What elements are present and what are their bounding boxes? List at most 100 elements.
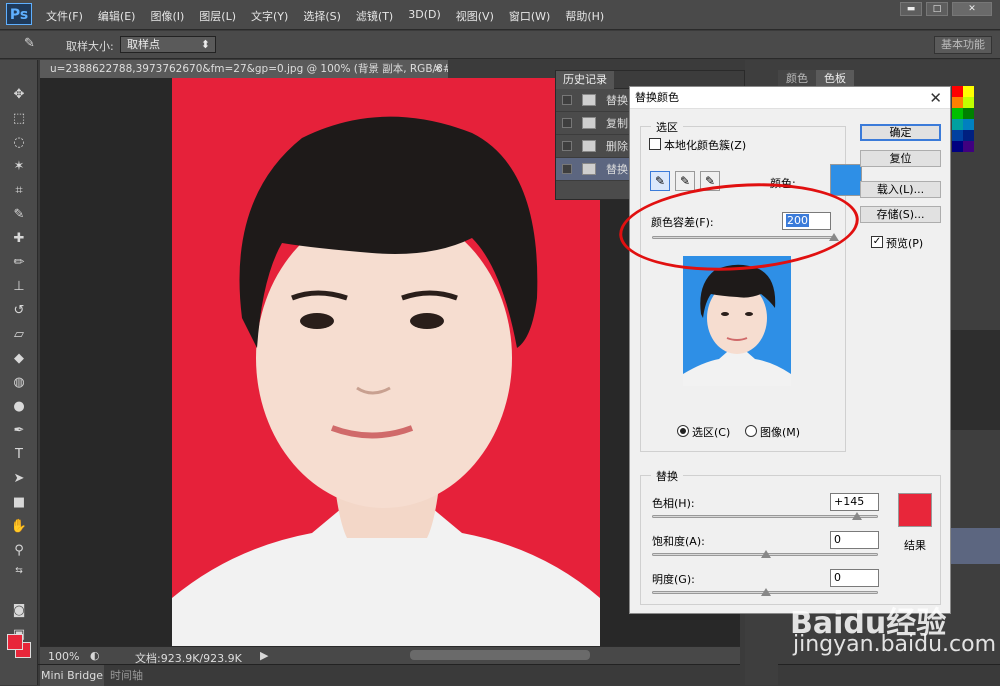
magic-wand-icon[interactable]: ✶ [10, 158, 28, 176]
zoom-tool-icon[interactable]: ⚲ [10, 542, 28, 560]
type-tool-icon[interactable]: T [10, 446, 28, 464]
tools-panel: ✥ ⬚ ◌ ✶ ⌗ ✎ ✚ ✏ ⊥ ↺ ▱ ◆ ◍ ● ✒ T ➤ ■ ✋ ⚲ … [0, 60, 38, 685]
replace-group-title: 替换 [651, 468, 683, 484]
color-swatch[interactable] [952, 119, 963, 130]
move-tool-icon[interactable]: ✥ [10, 86, 28, 104]
localized-clusters-checkbox[interactable] [649, 138, 661, 150]
selection-radio[interactable] [677, 425, 689, 437]
color-swatch[interactable] [952, 97, 963, 108]
ok-button[interactable]: 确定 [860, 124, 941, 141]
main-menu: 文件(F) 编辑(E) 图像(I) 图层(L) 文字(Y) 选择(S) 滤镜(T… [46, 8, 604, 24]
hue-slider-track[interactable] [652, 515, 878, 518]
saturation-slider-thumb[interactable] [761, 550, 771, 558]
healing-tool-icon[interactable]: ✚ [10, 230, 28, 248]
swap-colors-icon[interactable]: ⇆ [10, 562, 28, 580]
workspace-button[interactable]: 基本功能 [934, 36, 992, 54]
eraser-tool-icon[interactable]: ▱ [10, 326, 28, 344]
hand-tool-icon[interactable]: ✋ [10, 518, 28, 536]
close-window-button[interactable]: ✕ [952, 2, 992, 16]
marquee-tool-icon[interactable]: ⬚ [10, 110, 28, 128]
save-button[interactable]: 存储(S)... [860, 206, 941, 223]
maximize-button[interactable]: □ [926, 2, 948, 16]
image-radio-label: 图像(M) [760, 426, 801, 439]
pen-tool-icon[interactable]: ✒ [10, 422, 28, 440]
lasso-tool-icon[interactable]: ◌ [10, 134, 28, 152]
sample-size-label: 取样大小: [66, 40, 114, 53]
lightness-value: 0 [834, 571, 841, 584]
selection-color-swatch[interactable] [830, 164, 862, 196]
horizontal-scrollbar[interactable] [410, 650, 590, 660]
selection-radio-label: 选区(C) [692, 426, 731, 439]
eyedropper-icon[interactable]: ✎ [24, 36, 35, 51]
color-swatch[interactable] [952, 108, 963, 119]
reset-button[interactable]: 复位 [860, 150, 941, 167]
result-color-swatch[interactable] [898, 493, 932, 527]
brush-tool-icon[interactable]: ✏ [10, 254, 28, 272]
eyedropper-tool-icon[interactable]: ✎ [10, 206, 28, 224]
selection-preview [683, 256, 791, 386]
tab-history[interactable]: 历史记录 [556, 71, 614, 89]
menu-view[interactable]: 视图(V) [456, 8, 494, 24]
load-button[interactable]: 载入(L)... [860, 181, 941, 198]
menu-edit[interactable]: 编辑(E) [98, 8, 136, 24]
menu-3d[interactable]: 3D(D) [408, 8, 441, 24]
lightness-input[interactable]: 0 [830, 569, 879, 587]
color-swatch[interactable] [952, 130, 963, 141]
crop-tool-icon[interactable]: ⌗ [10, 182, 28, 200]
sample-size-value: 取样点 [127, 38, 160, 51]
menu-file[interactable]: 文件(F) [46, 8, 83, 24]
lightness-slider-thumb[interactable] [761, 588, 771, 596]
dodge-tool-icon[interactable]: ● [10, 398, 28, 416]
layers-footer [778, 664, 1000, 685]
color-swatch[interactable] [952, 141, 963, 152]
bucket-tool-icon[interactable]: ◆ [10, 350, 28, 368]
menu-filter[interactable]: 滤镜(T) [356, 8, 393, 24]
quick-mask-icon[interactable]: ◙ [10, 602, 28, 620]
swatches-grid [952, 86, 974, 152]
blur-tool-icon[interactable]: ◍ [10, 374, 28, 392]
close-icon[interactable]: ✕ [433, 60, 442, 78]
menu-layer[interactable]: 图层(L) [199, 8, 236, 24]
color-swatch[interactable] [963, 97, 974, 108]
color-swatch[interactable] [963, 108, 974, 119]
history-brush-icon[interactable]: ↺ [10, 302, 28, 320]
color-swatch[interactable] [963, 86, 974, 97]
options-bar: ✎ 取样大小: 取样点 ⬍ 基本功能 [0, 31, 1000, 59]
menu-type[interactable]: 文字(Y) [251, 8, 288, 24]
path-select-icon[interactable]: ➤ [10, 470, 28, 488]
document-image[interactable] [172, 78, 600, 646]
menu-help[interactable]: 帮助(H) [565, 8, 604, 24]
eyedropper-plus-icon[interactable]: ✎ [675, 171, 695, 191]
selected-layer[interactable] [945, 528, 1000, 564]
info-icon[interactable]: ◐ [90, 649, 100, 662]
color-swatch[interactable] [963, 141, 974, 152]
menu-select[interactable]: 选择(S) [303, 8, 341, 24]
photoshop-logo: Ps [6, 3, 32, 25]
preview-label: 预览(P) [886, 237, 924, 250]
tab-timeline[interactable]: 时间轴 [110, 665, 143, 686]
dialog-titlebar: 替换颜色 ✕ [630, 87, 950, 109]
image-radio[interactable] [745, 425, 757, 437]
color-swatch[interactable] [952, 86, 963, 97]
foreground-color[interactable] [7, 634, 23, 650]
stamp-tool-icon[interactable]: ⊥ [10, 278, 28, 296]
color-swatch[interactable] [963, 130, 974, 141]
eyedropper-icon[interactable]: ✎ [650, 171, 670, 191]
play-icon[interactable]: ▶ [260, 649, 268, 662]
hue-input[interactable]: +145 [830, 493, 879, 511]
hue-slider-thumb[interactable] [852, 512, 862, 520]
replace-color-dialog: 替换颜色 ✕ 选区 本地化颜色簇(Z) ✎ ✎ ✎ 颜色: 颜色容差(F): 2… [629, 86, 951, 614]
color-swatch[interactable] [963, 119, 974, 130]
close-icon[interactable]: ✕ [929, 87, 942, 109]
menu-window[interactable]: 窗口(W) [509, 8, 550, 24]
preview-portrait-image [683, 256, 791, 386]
menu-image[interactable]: 图像(I) [150, 8, 184, 24]
zoom-level[interactable]: 100% [48, 650, 79, 663]
document-tab[interactable]: u=2388622788,3973762670&fm=27&gp=0.jpg @… [40, 60, 448, 78]
tab-mini-bridge[interactable]: Mini Bridge [40, 665, 104, 686]
shape-tool-icon[interactable]: ■ [10, 494, 28, 512]
minimize-button[interactable]: ▬ [900, 2, 922, 16]
preview-checkbox[interactable]: ✓ [871, 236, 883, 248]
saturation-input[interactable]: 0 [830, 531, 879, 549]
sample-size-select[interactable]: 取样点 ⬍ [120, 36, 216, 53]
